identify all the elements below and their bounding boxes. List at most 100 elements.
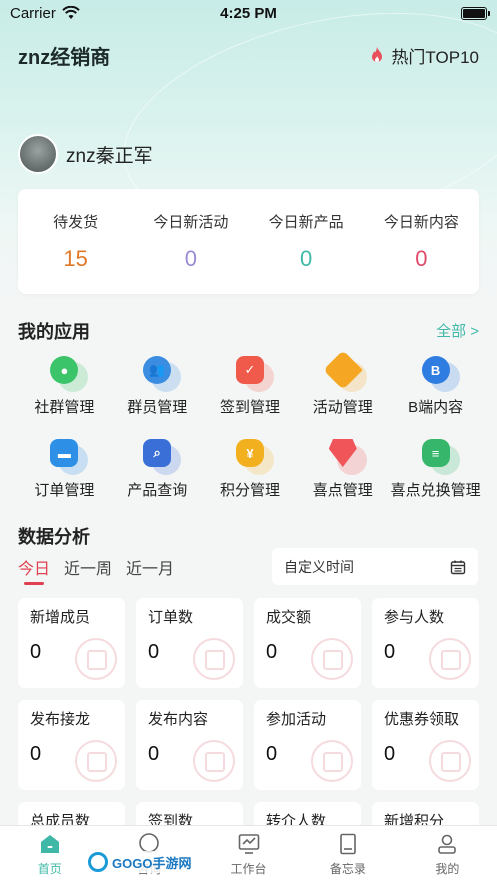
tabbar-label: 备忘录 <box>329 862 366 876</box>
memo-icon <box>340 833 356 855</box>
points-bag-icon: ¥ <box>232 435 274 475</box>
metric-label: 发布接龙 <box>30 711 91 728</box>
profile-icon <box>438 834 457 854</box>
app-members[interactable]: 👥 群员管理 <box>111 352 204 417</box>
app-xidian[interactable]: 喜点管理 <box>296 435 389 500</box>
app-label: 喜点兑换管理 <box>390 482 481 499</box>
send-icon <box>193 740 235 782</box>
user-profile[interactable]: znz秦正军 <box>18 134 153 174</box>
watermark-g-icon <box>88 852 108 872</box>
metric-label: 发布内容 <box>148 711 209 728</box>
balloon-icon <box>311 740 353 782</box>
stat-pending-shipment[interactable]: 待发货 15 <box>18 189 133 294</box>
metric-card[interactable]: 参加活动 0 <box>254 700 361 790</box>
workbench-icon <box>238 834 259 854</box>
fire-icon <box>372 47 383 62</box>
home-icon <box>40 835 59 853</box>
app-label: 群员管理 <box>127 399 188 416</box>
app-label: B端内容 <box>408 399 464 416</box>
metric-label: 订单数 <box>148 609 194 626</box>
stat-label: 今日新活动 <box>153 214 229 231</box>
watermark-text: GOGO手游网 <box>112 855 192 871</box>
tabbar-label: 我的 <box>435 862 460 876</box>
status-bar: Carrier 4:25 PM <box>0 0 497 26</box>
metric-label: 优惠券领取 <box>384 711 460 728</box>
app-product-search[interactable]: ⌕ 产品查询 <box>111 435 204 500</box>
view-all-apps-link[interactable]: 全部 > <box>436 320 479 341</box>
stat-label: 待发货 <box>53 214 99 231</box>
tabbar-workbench[interactable]: 工作台 <box>199 826 298 883</box>
add-member-icon <box>75 638 117 680</box>
metric-card[interactable]: 发布接龙 0 <box>18 700 125 790</box>
stat-label: 今日新产品 <box>268 214 344 231</box>
wifi-icon <box>62 6 80 19</box>
metric-label: 参加活动 <box>266 711 327 728</box>
app-activities[interactable]: 活动管理 <box>296 350 389 417</box>
exchange-coin-icon: ≡ <box>418 435 460 475</box>
tabbar-mine[interactable]: 我的 <box>398 826 497 883</box>
app-label: 积分管理 <box>219 482 280 499</box>
gem-icon <box>325 435 367 475</box>
app-label: 社群管理 <box>34 399 95 416</box>
coupon-icon <box>429 740 471 782</box>
metric-label: 参与人数 <box>384 609 445 626</box>
page-title: znz经销商 <box>18 46 111 69</box>
tag-icon <box>322 350 367 392</box>
status-time: 4:25 PM <box>220 4 277 22</box>
tabbar-label: 首页 <box>37 862 62 876</box>
app-xidian-exchange[interactable]: ≡ 喜点兑换管理 <box>389 435 482 500</box>
metric-card[interactable]: 新增成员 0 <box>18 598 125 688</box>
hot-top10-label: 热门TOP10 <box>391 47 479 67</box>
app-label: 喜点管理 <box>312 482 373 499</box>
tabbar-memo[interactable]: 备忘录 <box>298 826 397 883</box>
custom-date-picker[interactable]: 自定义时间 <box>272 548 478 585</box>
app-orders[interactable]: ▬ 订单管理 <box>18 435 111 500</box>
apps-section-title: 我的应用 <box>18 322 90 342</box>
app-checkin[interactable]: ✓ 签到管理 <box>204 352 297 417</box>
stat-new-activities[interactable]: 今日新活动 0 <box>133 189 248 294</box>
metric-label: 新增成员 <box>30 609 91 626</box>
stat-new-products[interactable]: 今日新产品 0 <box>249 189 364 294</box>
b-content-icon: B <box>418 352 460 392</box>
community-icon: ● <box>46 352 89 392</box>
app-header: znz经销商 热门TOP10 <box>18 38 479 72</box>
metric-card[interactable]: 参与人数 0 <box>372 598 479 688</box>
app-label: 活动管理 <box>312 399 373 416</box>
date-picker-label: 自定义时间 <box>284 558 354 575</box>
order-icon: ▬ <box>46 435 89 475</box>
battery-icon <box>461 6 490 20</box>
stat-new-content[interactable]: 今日新内容 0 <box>364 189 479 294</box>
analytics-section-title: 数据分析 <box>18 527 90 547</box>
app-label: 订单管理 <box>34 482 95 499</box>
metric-card[interactable]: 优惠券领取 0 <box>372 700 479 790</box>
product-search-icon: ⌕ <box>139 435 182 475</box>
tabbar-label: 工作台 <box>230 862 267 876</box>
app-b-content[interactable]: B B端内容 <box>389 352 482 417</box>
participants-icon <box>429 638 471 680</box>
metric-card[interactable]: 订单数 0 <box>136 598 243 688</box>
tab-today[interactable]: 今日 <box>18 555 50 585</box>
stat-value: 0 <box>300 246 313 271</box>
tab-month[interactable]: 近一月 <box>126 555 174 579</box>
stat-value: 0 <box>415 246 428 271</box>
avatar[interactable] <box>18 134 58 174</box>
app-points[interactable]: ¥ 积分管理 <box>204 435 297 500</box>
app-label: 产品查询 <box>127 482 188 499</box>
bottom-tab-bar: 首页 咨询 工作台 备忘录 我的 GOGO手游网 <box>0 825 497 883</box>
tab-week[interactable]: 近一周 <box>64 555 112 579</box>
metric-card[interactable]: 发布内容 0 <box>136 700 243 790</box>
user-name: znz秦正军 <box>66 145 153 167</box>
calendar-check-icon: ✓ <box>232 352 274 392</box>
calendar-icon <box>450 560 466 574</box>
watermark-logo: GOGO手游网 <box>84 851 196 873</box>
app-label: 签到管理 <box>219 399 280 416</box>
stat-value: 0 <box>184 246 197 271</box>
members-icon: 👥 <box>139 352 182 392</box>
order-doc-icon <box>193 638 235 680</box>
analytics-range-tabs: 今日 近一周 近一月 <box>18 555 174 585</box>
metric-card[interactable]: 成交额 0 <box>254 598 361 688</box>
carrier-label: Carrier <box>10 4 56 22</box>
app-community[interactable]: ● 社群管理 <box>18 352 111 417</box>
today-stats-card: 待发货 15 今日新活动 0 今日新产品 0 今日新内容 0 <box>18 189 479 294</box>
hot-top10-link[interactable]: 热门TOP10 <box>369 43 479 68</box>
